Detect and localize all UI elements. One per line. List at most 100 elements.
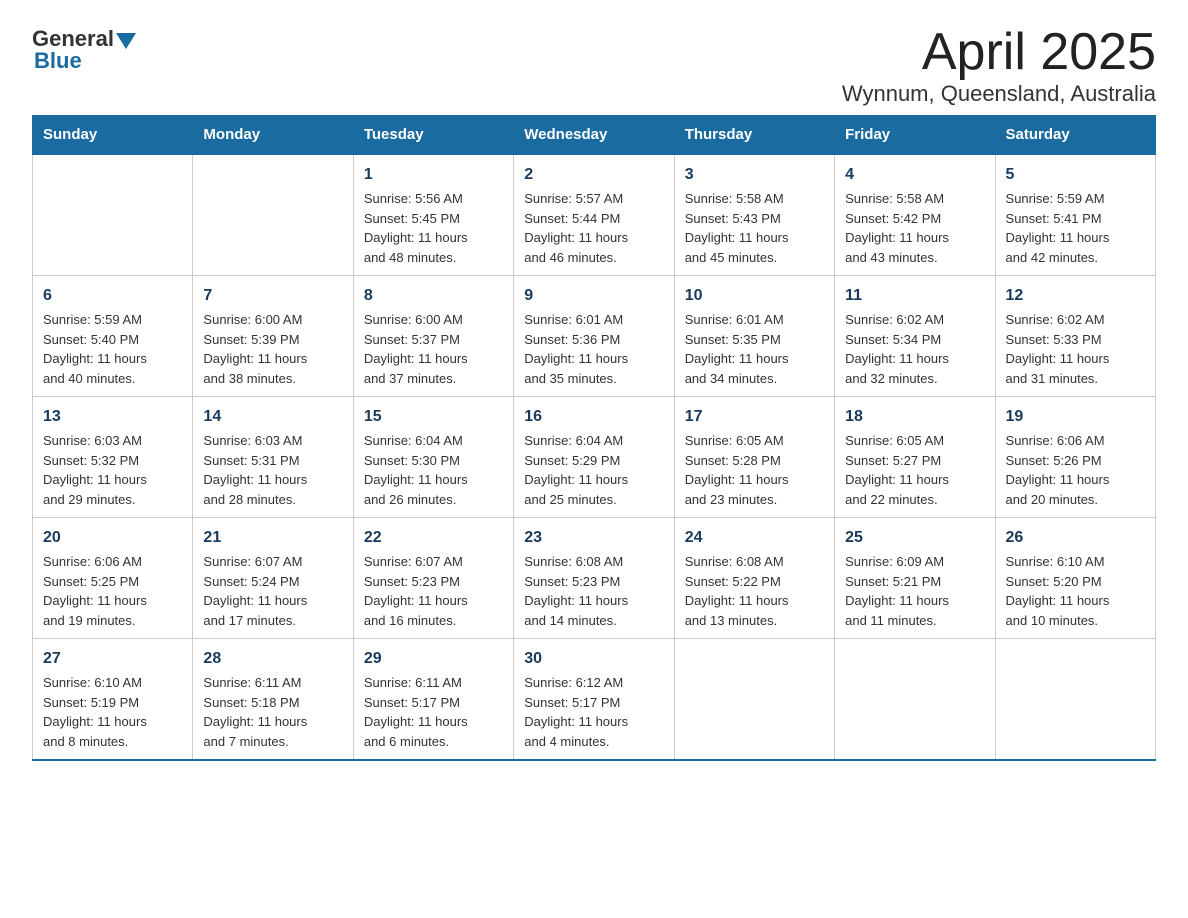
day-info: Sunrise: 6:01 AMSunset: 5:35 PMDaylight:…	[685, 310, 824, 388]
day-info: Sunrise: 6:04 AMSunset: 5:29 PMDaylight:…	[524, 431, 663, 509]
day-info: Sunrise: 6:01 AMSunset: 5:36 PMDaylight:…	[524, 310, 663, 388]
logo-general-text: General	[32, 28, 114, 50]
day-number: 12	[1006, 284, 1145, 308]
day-info: Sunrise: 6:12 AMSunset: 5:17 PMDaylight:…	[524, 673, 663, 751]
calendar-cell: 18Sunrise: 6:05 AMSunset: 5:27 PMDayligh…	[835, 397, 995, 518]
calendar-cell: 4Sunrise: 5:58 AMSunset: 5:42 PMDaylight…	[835, 154, 995, 276]
day-number: 29	[364, 647, 503, 671]
day-number: 21	[203, 526, 342, 550]
day-number: 13	[43, 405, 182, 429]
column-header-friday: Friday	[835, 116, 995, 155]
day-number: 7	[203, 284, 342, 308]
day-number: 1	[364, 163, 503, 187]
calendar-cell: 8Sunrise: 6:00 AMSunset: 5:37 PMDaylight…	[353, 276, 513, 397]
column-header-tuesday: Tuesday	[353, 116, 513, 155]
day-info: Sunrise: 5:59 AMSunset: 5:40 PMDaylight:…	[43, 310, 182, 388]
day-number: 26	[1006, 526, 1145, 550]
day-info: Sunrise: 6:08 AMSunset: 5:23 PMDaylight:…	[524, 552, 663, 630]
day-info: Sunrise: 5:57 AMSunset: 5:44 PMDaylight:…	[524, 189, 663, 267]
calendar-cell: 17Sunrise: 6:05 AMSunset: 5:28 PMDayligh…	[674, 397, 834, 518]
calendar-cell: 7Sunrise: 6:00 AMSunset: 5:39 PMDaylight…	[193, 276, 353, 397]
day-info: Sunrise: 6:03 AMSunset: 5:32 PMDaylight:…	[43, 431, 182, 509]
day-number: 19	[1006, 405, 1145, 429]
calendar-cell: 30Sunrise: 6:12 AMSunset: 5:17 PMDayligh…	[514, 639, 674, 761]
calendar-cell: 16Sunrise: 6:04 AMSunset: 5:29 PMDayligh…	[514, 397, 674, 518]
calendar-body: 1Sunrise: 5:56 AMSunset: 5:45 PMDaylight…	[33, 154, 1156, 760]
day-number: 20	[43, 526, 182, 550]
day-number: 10	[685, 284, 824, 308]
calendar-cell: 27Sunrise: 6:10 AMSunset: 5:19 PMDayligh…	[33, 639, 193, 761]
week-row-5: 27Sunrise: 6:10 AMSunset: 5:19 PMDayligh…	[33, 639, 1156, 761]
day-info: Sunrise: 6:09 AMSunset: 5:21 PMDaylight:…	[845, 552, 984, 630]
logo-arrow-icon	[116, 33, 136, 49]
day-number: 25	[845, 526, 984, 550]
page-title: April 2025	[842, 24, 1156, 81]
calendar-cell: 20Sunrise: 6:06 AMSunset: 5:25 PMDayligh…	[33, 518, 193, 639]
day-number: 24	[685, 526, 824, 550]
calendar-cell: 25Sunrise: 6:09 AMSunset: 5:21 PMDayligh…	[835, 518, 995, 639]
column-header-thursday: Thursday	[674, 116, 834, 155]
calendar-table: SundayMondayTuesdayWednesdayThursdayFrid…	[32, 115, 1156, 761]
day-info: Sunrise: 6:07 AMSunset: 5:24 PMDaylight:…	[203, 552, 342, 630]
calendar-header: SundayMondayTuesdayWednesdayThursdayFrid…	[33, 116, 1156, 155]
day-number: 18	[845, 405, 984, 429]
calendar-cell	[674, 639, 834, 761]
calendar-cell: 24Sunrise: 6:08 AMSunset: 5:22 PMDayligh…	[674, 518, 834, 639]
calendar-cell: 29Sunrise: 6:11 AMSunset: 5:17 PMDayligh…	[353, 639, 513, 761]
calendar-cell: 21Sunrise: 6:07 AMSunset: 5:24 PMDayligh…	[193, 518, 353, 639]
day-info: Sunrise: 6:08 AMSunset: 5:22 PMDaylight:…	[685, 552, 824, 630]
week-row-1: 1Sunrise: 5:56 AMSunset: 5:45 PMDaylight…	[33, 154, 1156, 276]
day-number: 27	[43, 647, 182, 671]
day-number: 9	[524, 284, 663, 308]
page-subtitle: Wynnum, Queensland, Australia	[842, 81, 1156, 107]
title-block: April 2025 Wynnum, Queensland, Australia	[842, 24, 1156, 107]
day-info: Sunrise: 5:58 AMSunset: 5:43 PMDaylight:…	[685, 189, 824, 267]
week-row-2: 6Sunrise: 5:59 AMSunset: 5:40 PMDaylight…	[33, 276, 1156, 397]
week-row-3: 13Sunrise: 6:03 AMSunset: 5:32 PMDayligh…	[33, 397, 1156, 518]
column-header-wednesday: Wednesday	[514, 116, 674, 155]
calendar-cell: 13Sunrise: 6:03 AMSunset: 5:32 PMDayligh…	[33, 397, 193, 518]
day-number: 22	[364, 526, 503, 550]
day-number: 11	[845, 284, 984, 308]
calendar-cell: 2Sunrise: 5:57 AMSunset: 5:44 PMDaylight…	[514, 154, 674, 276]
calendar-cell: 9Sunrise: 6:01 AMSunset: 5:36 PMDaylight…	[514, 276, 674, 397]
calendar-cell: 22Sunrise: 6:07 AMSunset: 5:23 PMDayligh…	[353, 518, 513, 639]
day-info: Sunrise: 6:10 AMSunset: 5:19 PMDaylight:…	[43, 673, 182, 751]
day-number: 6	[43, 284, 182, 308]
calendar-cell: 23Sunrise: 6:08 AMSunset: 5:23 PMDayligh…	[514, 518, 674, 639]
column-header-saturday: Saturday	[995, 116, 1155, 155]
day-number: 15	[364, 405, 503, 429]
page-header: General Blue April 2025 Wynnum, Queensla…	[32, 24, 1156, 107]
day-info: Sunrise: 6:06 AMSunset: 5:25 PMDaylight:…	[43, 552, 182, 630]
day-info: Sunrise: 6:02 AMSunset: 5:34 PMDaylight:…	[845, 310, 984, 388]
day-info: Sunrise: 5:58 AMSunset: 5:42 PMDaylight:…	[845, 189, 984, 267]
day-number: 28	[203, 647, 342, 671]
day-info: Sunrise: 6:03 AMSunset: 5:31 PMDaylight:…	[203, 431, 342, 509]
day-number: 5	[1006, 163, 1145, 187]
day-info: Sunrise: 6:00 AMSunset: 5:39 PMDaylight:…	[203, 310, 342, 388]
calendar-cell: 14Sunrise: 6:03 AMSunset: 5:31 PMDayligh…	[193, 397, 353, 518]
calendar-cell: 11Sunrise: 6:02 AMSunset: 5:34 PMDayligh…	[835, 276, 995, 397]
header-row: SundayMondayTuesdayWednesdayThursdayFrid…	[33, 116, 1156, 155]
day-number: 2	[524, 163, 663, 187]
calendar-cell: 19Sunrise: 6:06 AMSunset: 5:26 PMDayligh…	[995, 397, 1155, 518]
day-number: 8	[364, 284, 503, 308]
calendar-cell: 26Sunrise: 6:10 AMSunset: 5:20 PMDayligh…	[995, 518, 1155, 639]
calendar-cell	[33, 154, 193, 276]
logo-blue-text: Blue	[34, 48, 82, 74]
calendar-cell: 3Sunrise: 5:58 AMSunset: 5:43 PMDaylight…	[674, 154, 834, 276]
day-info: Sunrise: 6:00 AMSunset: 5:37 PMDaylight:…	[364, 310, 503, 388]
day-info: Sunrise: 6:11 AMSunset: 5:18 PMDaylight:…	[203, 673, 342, 751]
logo: General Blue	[32, 24, 138, 74]
calendar-cell: 28Sunrise: 6:11 AMSunset: 5:18 PMDayligh…	[193, 639, 353, 761]
day-number: 16	[524, 405, 663, 429]
column-header-monday: Monday	[193, 116, 353, 155]
calendar-cell: 1Sunrise: 5:56 AMSunset: 5:45 PMDaylight…	[353, 154, 513, 276]
day-number: 30	[524, 647, 663, 671]
day-info: Sunrise: 6:06 AMSunset: 5:26 PMDaylight:…	[1006, 431, 1145, 509]
day-number: 3	[685, 163, 824, 187]
day-info: Sunrise: 5:56 AMSunset: 5:45 PMDaylight:…	[364, 189, 503, 267]
day-info: Sunrise: 6:07 AMSunset: 5:23 PMDaylight:…	[364, 552, 503, 630]
calendar-cell	[835, 639, 995, 761]
day-number: 4	[845, 163, 984, 187]
